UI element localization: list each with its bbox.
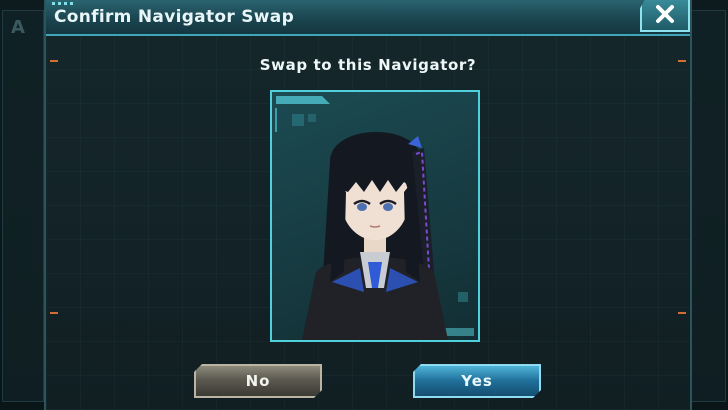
- edge-mark: [678, 312, 686, 314]
- no-button[interactable]: No: [194, 364, 322, 398]
- dialog-titlebar: Confirm Navigator Swap: [46, 0, 690, 36]
- close-button[interactable]: [640, 0, 690, 32]
- navigator-portrait-image: [275, 96, 474, 340]
- confirm-prompt: Swap to this Navigator?: [259, 56, 477, 74]
- background-panel-left: A: [2, 10, 44, 402]
- close-x-icon: [656, 5, 674, 23]
- dialog-title: Confirm Navigator Swap: [54, 7, 295, 27]
- confirm-dialog: Confirm Navigator Swap Swap to this Navi…: [44, 0, 692, 410]
- navigator-portrait: [270, 90, 480, 342]
- edge-mark: [50, 312, 58, 314]
- yes-button[interactable]: Yes: [413, 364, 541, 398]
- background-letter: A: [11, 17, 25, 38]
- titlebar-accent: [52, 2, 76, 5]
